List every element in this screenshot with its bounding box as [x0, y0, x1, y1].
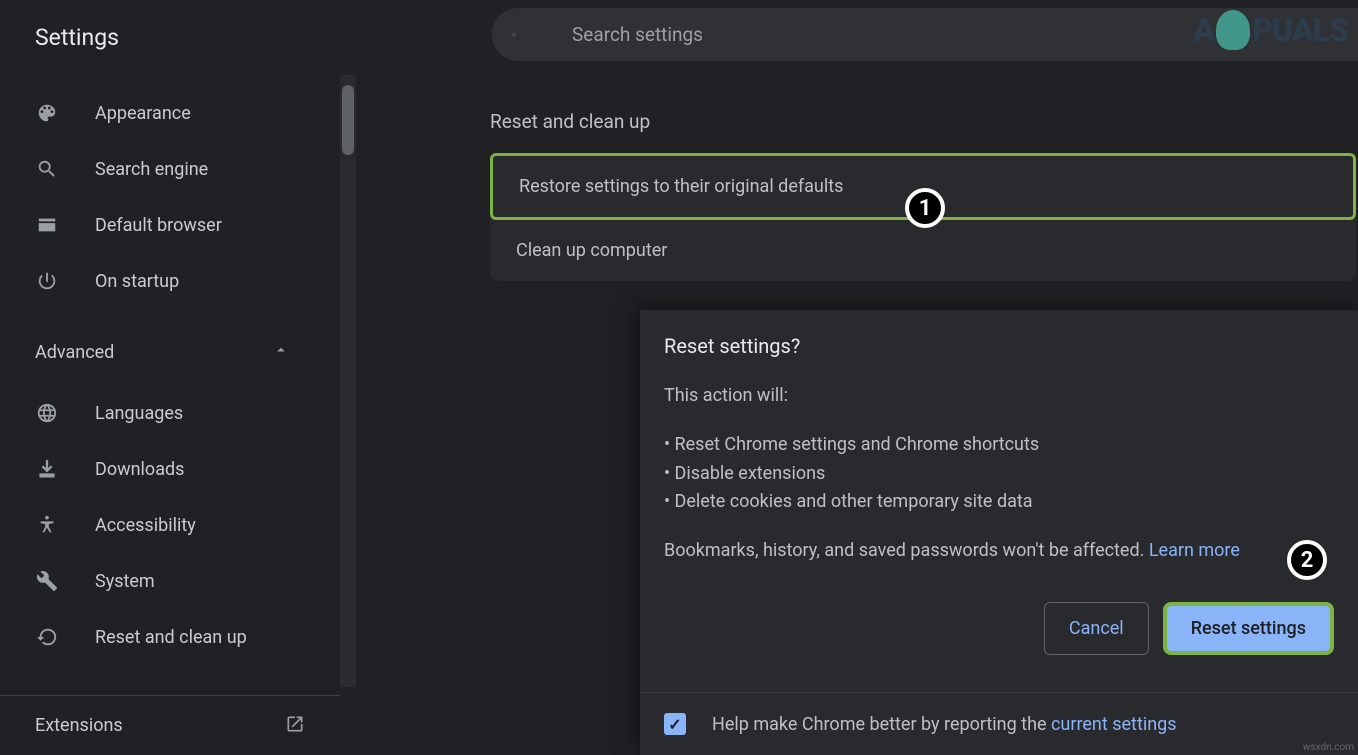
sidebar-item-label: Accessibility	[95, 515, 196, 536]
sidebar-item-default-browser[interactable]: Default browser	[35, 197, 340, 253]
learn-more-link[interactable]: Learn more	[1149, 540, 1240, 561]
restore-icon	[35, 625, 59, 649]
current-settings-link[interactable]: current settings	[1051, 714, 1177, 735]
sidebar-item-label: Reset and clean up	[95, 627, 247, 648]
advanced-label: Advanced	[35, 342, 114, 363]
dialog-bullets: • Reset Chrome settings and Chrome short…	[664, 431, 1334, 517]
sidebar-item-reset-cleanup[interactable]: Reset and clean up	[35, 609, 340, 665]
chevron-up-icon	[272, 341, 290, 363]
sidebar: Appearance Search engine Default browser…	[0, 75, 340, 687]
dialog-note: Bookmarks, history, and saved passwords …	[664, 537, 1334, 566]
sidebar-item-label: Languages	[95, 403, 183, 424]
page-title: Settings	[35, 24, 119, 51]
sidebar-scrollbar[interactable]	[340, 75, 356, 687]
sidebar-item-label: On startup	[95, 271, 179, 292]
sidebar-item-label: Search engine	[95, 159, 208, 180]
row-label: Clean up computer	[516, 240, 667, 261]
section-title: Reset and clean up	[490, 110, 1356, 133]
search-icon	[512, 23, 536, 47]
scrollbar-thumb[interactable]	[342, 85, 354, 155]
sidebar-advanced-toggle[interactable]: Advanced	[35, 324, 340, 380]
wrench-icon	[35, 569, 59, 593]
sidebar-item-search-engine[interactable]: Search engine	[35, 141, 340, 197]
dialog-footer: ✓ Help make Chrome better by reporting t…	[640, 692, 1358, 755]
row-label: Restore settings to their original defau…	[519, 176, 843, 197]
cancel-button[interactable]: Cancel	[1044, 602, 1149, 655]
sidebar-item-appearance[interactable]: Appearance	[35, 85, 340, 141]
sidebar-extensions[interactable]: Extensions	[0, 695, 340, 755]
accessibility-icon	[35, 513, 59, 537]
report-checkbox[interactable]: ✓	[664, 713, 686, 735]
sidebar-item-label: Downloads	[95, 459, 184, 480]
extensions-label: Extensions	[35, 715, 123, 736]
appuals-watermark: A PUALS	[1193, 10, 1348, 50]
globe-icon	[35, 401, 59, 425]
browser-icon	[35, 213, 59, 237]
dialog-title: Reset settings?	[664, 334, 1334, 358]
dialog-intro: This action will:	[664, 382, 1334, 411]
sidebar-item-label: System	[95, 571, 155, 592]
sidebar-item-on-startup[interactable]: On startup	[35, 253, 340, 309]
download-icon	[35, 457, 59, 481]
mascot-icon	[1216, 10, 1250, 50]
dialog-buttons: Cancel Reset settings	[664, 602, 1334, 655]
clean-up-computer-row[interactable]: Clean up computer	[490, 220, 1356, 281]
sidebar-item-label: Default browser	[95, 215, 222, 236]
sidebar-item-label: Appearance	[95, 103, 191, 124]
sidebar-item-system[interactable]: System	[35, 553, 340, 609]
reset-settings-dialog: Reset settings? This action will: • Rese…	[640, 310, 1358, 755]
reset-settings-button[interactable]: Reset settings	[1163, 602, 1334, 655]
annotation-step-2: 2	[1287, 540, 1327, 580]
footer-text: Help make Chrome better by reporting the…	[712, 714, 1177, 735]
search-icon	[35, 157, 59, 181]
sidebar-item-downloads[interactable]: Downloads	[35, 441, 340, 497]
open-in-new-icon	[285, 714, 305, 738]
palette-icon	[35, 101, 59, 125]
attribution-text: wsxdn.com	[1303, 742, 1354, 753]
power-icon	[35, 269, 59, 293]
sidebar-item-languages[interactable]: Languages	[35, 385, 340, 441]
annotation-step-1: 1	[905, 188, 945, 228]
sidebar-item-accessibility[interactable]: Accessibility	[35, 497, 340, 553]
